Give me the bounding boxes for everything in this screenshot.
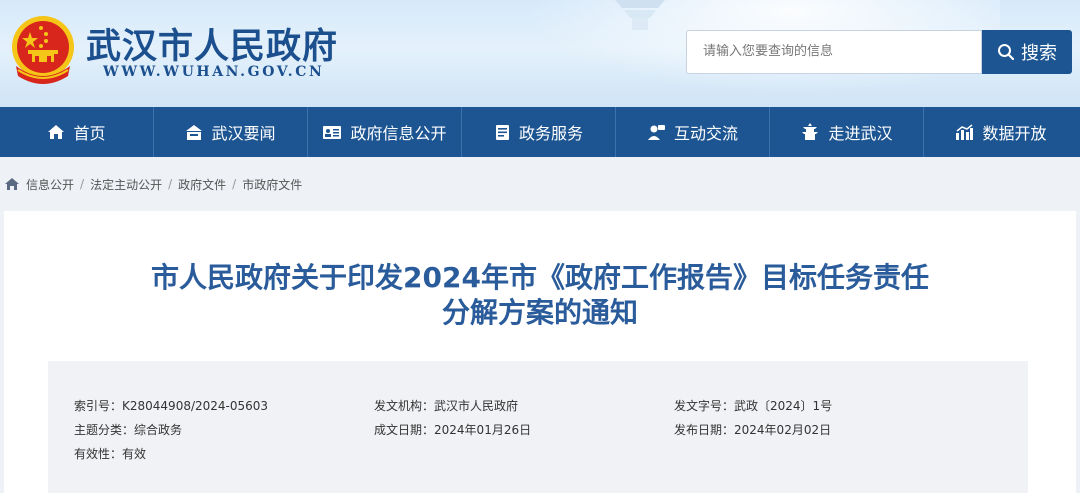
search-button-label: 搜索	[1021, 43, 1057, 64]
nav-item-label: 首页	[73, 124, 106, 143]
meta-value: 有效	[122, 447, 147, 461]
site-url[interactable]: WWW.WUHAN.GOV.CN	[103, 64, 324, 80]
meta-doc-number: 发文字号：武政〔2024〕1号	[674, 397, 832, 414]
nav-item-news[interactable]: 武汉要闻	[154, 107, 308, 157]
meta-label: 发文机构：	[374, 399, 435, 413]
home-icon	[48, 125, 65, 139]
meta-value: 武政〔2024〕1号	[734, 399, 833, 413]
document-content: 市人民政府关于印发2024年市《政府工作报告》目标任务责任 分解方案的通知 索引…	[4, 211, 1076, 493]
meta-value: K28044908/2024-05603	[122, 399, 269, 413]
id-card-icon	[323, 125, 342, 139]
chat-icon	[647, 124, 665, 140]
national-emblem-icon[interactable]	[8, 14, 78, 88]
meta-org: 发文机构：武汉市人民政府	[374, 397, 518, 414]
breadcrumb-link[interactable]: 市政府文件	[242, 176, 302, 193]
nav-item-explore-wuhan[interactable]: 走进武汉	[770, 107, 924, 157]
news-icon	[186, 124, 203, 140]
document-title: 市人民政府关于印发2024年市《政府工作报告》目标任务责任 分解方案的通知	[4, 260, 1076, 330]
nav-item-label: 政府信息公开	[350, 124, 447, 143]
nav-item-interaction[interactable]: 互动交流	[616, 107, 770, 157]
meta-label: 主题分类：	[74, 423, 135, 437]
meta-value: 2024年02月02日	[734, 423, 832, 437]
breadcrumb-link[interactable]: 政府文件	[178, 176, 226, 193]
breadcrumb: 信息公开 / 法定主动公开 / 政府文件 / 市政府文件	[4, 174, 302, 194]
yellow-crane-tower-graphic	[615, 0, 665, 30]
meta-topic: 主题分类：综合政务	[74, 421, 182, 438]
meta-label: 索引号：	[74, 399, 123, 413]
breadcrumb-separator: /	[232, 177, 237, 191]
meta-index: 索引号：K28044908/2024-05603	[74, 397, 268, 414]
nav-item-label: 互动交流	[673, 124, 738, 143]
nav-item-home[interactable]: 首页	[0, 107, 154, 157]
nav-item-gov-info[interactable]: 政府信息公开	[308, 107, 462, 157]
meta-label: 发布日期：	[674, 423, 735, 437]
nav-item-label: 走进武汉	[828, 124, 893, 143]
breadcrumb-link[interactable]: 信息公开	[26, 176, 74, 193]
site-header: 武汉市人民政府 WWW.WUHAN.GOV.CN 请输入您要查询的信息 搜索	[0, 0, 1080, 107]
meta-created-date: 成文日期：2024年01月26日	[374, 421, 531, 438]
document-title-line: 分解方案的通知	[441, 296, 638, 329]
breadcrumb-separator: /	[168, 177, 173, 191]
nav-item-label: 数据开放	[982, 124, 1047, 143]
nav-item-label: 武汉要闻	[211, 124, 276, 143]
document-icon	[495, 124, 509, 140]
site-title[interactable]: 武汉市人民政府	[86, 18, 338, 69]
main-nav: 首页 武汉要闻 政府信息公开 政务服务 互动交流 走进武汉 数据开放	[0, 107, 1080, 157]
document-title-line: 市人民政府关于印发2024年市《政府工作报告》目标任务责任	[151, 261, 929, 294]
document-meta-panel: 索引号：K28044908/2024-05603 发文机构：武汉市人民政府 发文…	[48, 361, 1028, 493]
home-icon[interactable]	[4, 177, 20, 191]
meta-label: 发文字号：	[674, 399, 735, 413]
nav-item-open-data[interactable]: 数据开放	[924, 107, 1078, 157]
nav-item-label: 政务服务	[518, 124, 583, 143]
meta-value: 综合政务	[134, 423, 183, 437]
meta-value: 2024年01月26日	[434, 423, 532, 437]
chart-icon	[956, 124, 974, 140]
breadcrumb-separator: /	[80, 177, 85, 191]
meta-label: 成文日期：	[374, 423, 435, 437]
meta-label: 有效性：	[74, 447, 123, 461]
search-button[interactable]: 搜索	[982, 30, 1072, 74]
breadcrumb-link[interactable]: 法定主动公开	[90, 176, 162, 193]
meta-published-date: 发布日期：2024年02月02日	[674, 421, 831, 438]
nav-item-services[interactable]: 政务服务	[462, 107, 616, 157]
landmark-icon	[802, 123, 819, 140]
search-input[interactable]: 请输入您要查询的信息	[686, 30, 982, 74]
meta-value: 武汉市人民政府	[434, 399, 519, 413]
meta-validity: 有效性：有效	[74, 445, 146, 462]
search-icon	[998, 44, 1015, 61]
